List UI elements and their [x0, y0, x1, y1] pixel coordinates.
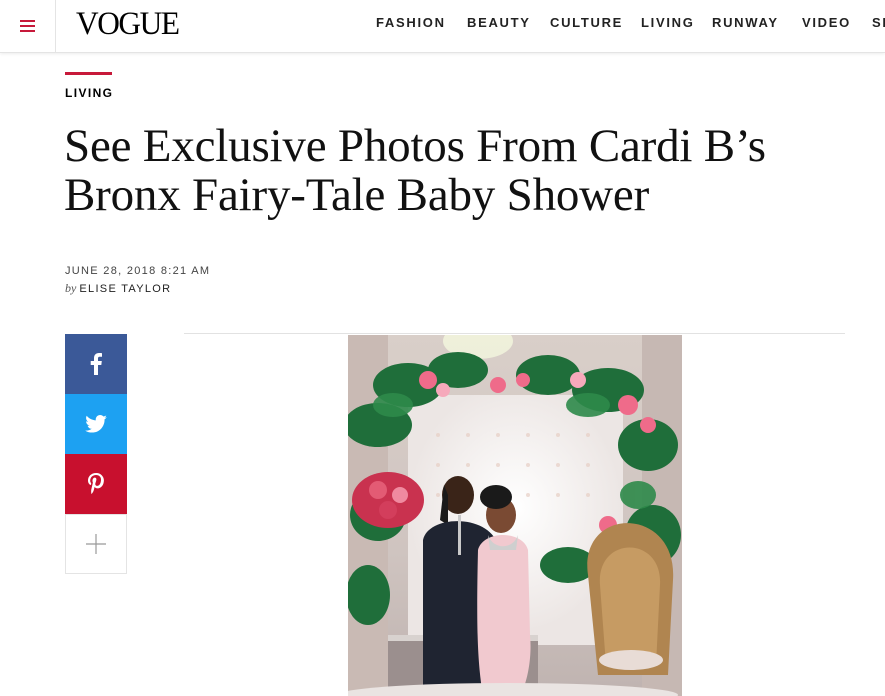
site-header: VOGUE FASHION BEAUTY CULTURE LIVING RUNW…: [0, 0, 885, 53]
nav-item-fashion[interactable]: FASHION: [376, 15, 446, 30]
article-title: See Exclusive Photos From Cardi B’s Bron…: [64, 122, 864, 220]
nav-item-living[interactable]: LIVING: [641, 15, 695, 30]
rubric-accent-bar: [65, 72, 112, 75]
nav-item-beauty[interactable]: BEAUTY: [467, 15, 531, 30]
plus-icon: [86, 534, 106, 554]
vogue-logo[interactable]: VOGUE: [76, 4, 180, 44]
rubric-link[interactable]: LIVING: [65, 86, 113, 100]
share-more-button[interactable]: [65, 514, 127, 574]
publish-date: JUNE 28, 2018 8:21 AM: [65, 265, 211, 277]
nav-item-runway[interactable]: RUNWAY: [712, 15, 779, 30]
nav-item-culture[interactable]: CULTURE: [550, 15, 623, 30]
share-pinterest-button[interactable]: [65, 454, 127, 514]
title-line-1: See Exclusive Photos From Cardi B’s: [64, 120, 766, 172]
pinterest-icon: [88, 473, 104, 494]
byline: by ELISE TAYLOR: [65, 281, 171, 296]
title-line-2: Bronx Fairy-Tale Baby Shower: [64, 169, 650, 221]
hamburger-icon: [20, 19, 35, 33]
author-link[interactable]: ELISE TAYLOR: [79, 283, 171, 295]
social-share-bar: [65, 334, 127, 574]
byline-prefix: by: [65, 281, 77, 295]
facebook-icon: [90, 353, 102, 375]
nav-item-video[interactable]: VIDEO: [802, 15, 851, 30]
menu-button[interactable]: [0, 0, 56, 52]
twitter-icon: [85, 415, 107, 433]
share-twitter-button[interactable]: [65, 394, 127, 454]
content-divider: [184, 333, 845, 334]
share-facebook-button[interactable]: [65, 334, 127, 394]
nav-item-shop[interactable]: SH: [872, 15, 885, 30]
article-hero-photo: [348, 335, 682, 696]
baby-shower-photo-illustration: [348, 335, 682, 696]
